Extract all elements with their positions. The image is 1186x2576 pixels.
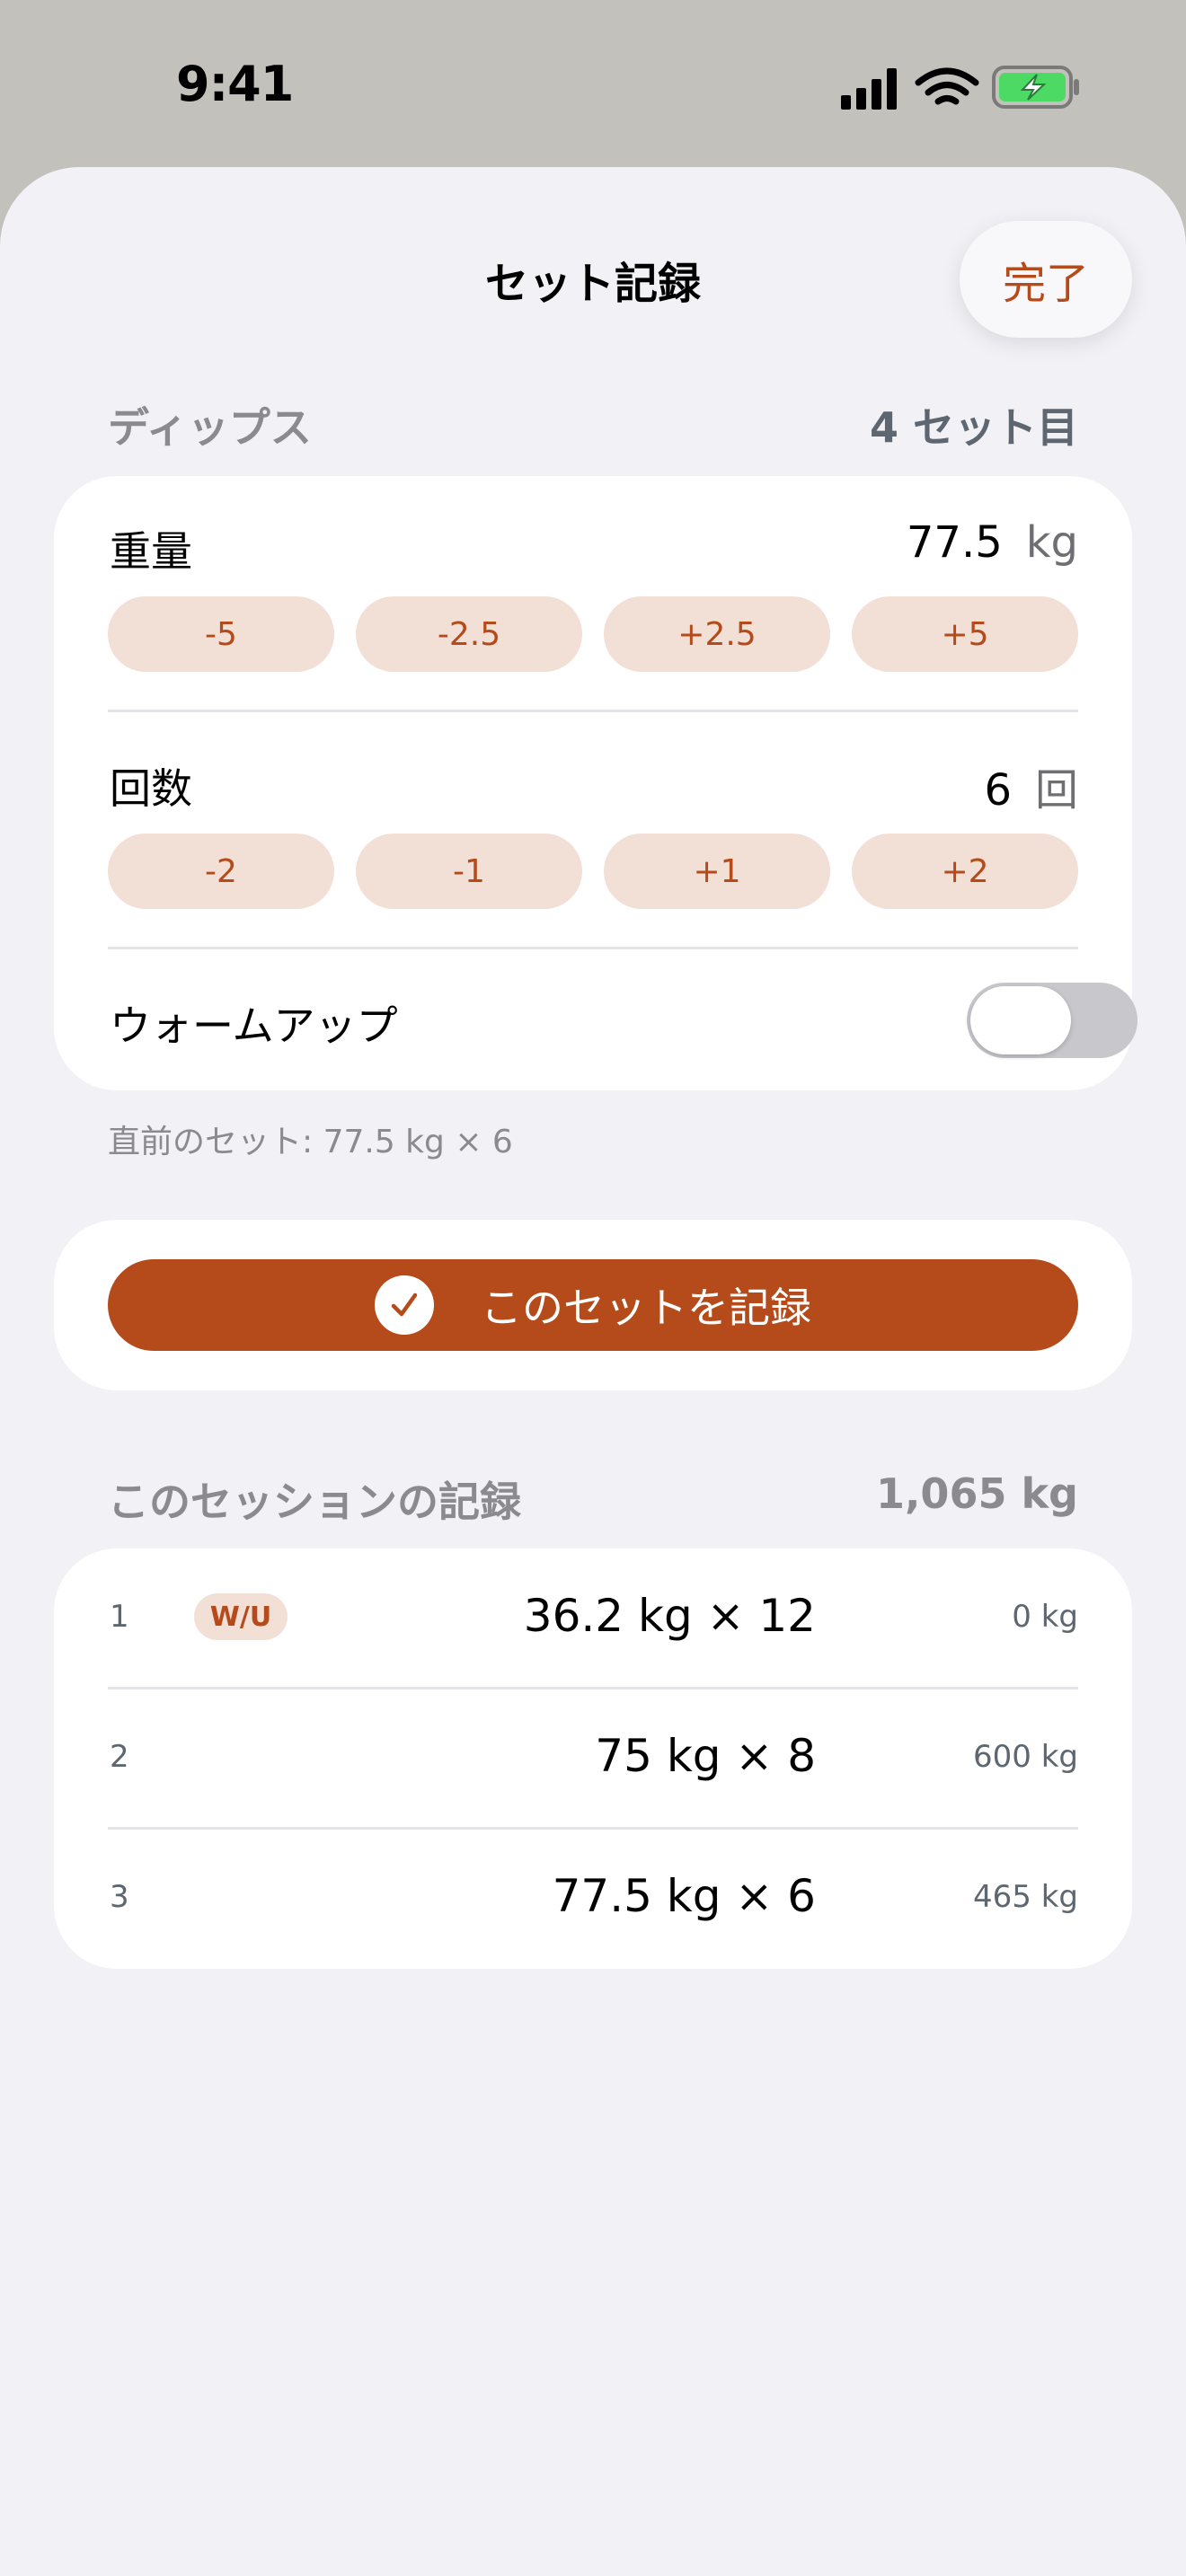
reps-label: 回数 [110,764,192,813]
status-icons [841,66,1079,110]
weight-label: 重量 [110,527,192,576]
set-volume: 600 kg [973,1739,1078,1775]
wifi-icon [915,67,979,105]
weight-minus-5-button[interactable]: -5 [108,596,334,672]
reps-minus-1-button[interactable]: -1 [356,834,582,909]
warmup-badge: W/U [194,1593,288,1640]
session-header: このセッションの記録 1,065 kg [108,1469,1078,1529]
status-bar: 9:41 [0,0,1186,171]
set-detail: 75 kg × 8 [595,1730,816,1782]
reps-value-display: 6 回 [984,754,1078,817]
set-input-card: 重量 77.5 kg -5 -2.5 +2.5 +5 回数 6 回 -2 -1 … [54,476,1137,1090]
session-total: 1,065 kg [875,1469,1078,1518]
record-set-label: このセットを記録 [481,1284,811,1332]
exercise-header: ディップス 4 セット目 [108,395,1078,454]
done-button[interactable]: 完了 [960,221,1132,338]
divider [108,947,1078,949]
warmup-row [54,950,1137,1090]
checkmark-icon [375,1275,434,1335]
exercise-name: ディップス [108,403,312,452]
toggle-knob [970,986,1071,1054]
set-detail: 77.5 kg × 6 [552,1870,816,1922]
record-set-button[interactable]: このセットを記録 [108,1259,1078,1351]
signal-icon [841,68,897,110]
set-volume: 0 kg [1012,1599,1078,1635]
weight-steppers: -5 -2.5 +2.5 +5 [108,596,1078,672]
divider [108,710,1078,712]
battery-icon [992,66,1079,109]
weight-minus-2-5-button[interactable]: -2.5 [356,596,582,672]
previous-set-note: 直前のセット: 77.5 kg × 6 [108,1124,513,1160]
reps-plus-1-button[interactable]: +1 [604,834,830,909]
table-row: 1 W/U 36.2 kg × 12 0 kg [54,1548,1132,1689]
reps-value: 6 [984,765,1012,816]
reps-minus-2-button[interactable]: -2 [108,834,334,909]
weight-unit: kg [1025,517,1078,568]
set-index: 1 [110,1599,129,1635]
set-number: 4 セット目 [869,403,1078,452]
set-index: 2 [110,1739,129,1775]
reps-plus-2-button[interactable]: +2 [852,834,1078,909]
weight-value: 77.5 [906,517,1003,568]
session-log-card: 1 W/U 36.2 kg × 12 0 kg 2 75 kg × 8 600 … [54,1548,1132,1969]
set-index: 3 [110,1879,129,1915]
warmup-toggle[interactable] [967,983,1137,1058]
weight-value-display: 77.5 kg [907,517,1078,568]
set-volume: 465 kg [973,1879,1078,1915]
weight-plus-2-5-button[interactable]: +2.5 [604,596,830,672]
record-card: このセットを記録 [54,1220,1132,1390]
session-title: このセッションの記録 [108,1478,521,1526]
reps-steppers: -2 -1 +1 +2 [108,834,1078,909]
table-row: 3 77.5 kg × 6 465 kg [54,1829,1132,1969]
weight-plus-5-button[interactable]: +5 [852,596,1078,672]
set-detail: 36.2 kg × 12 [523,1590,816,1642]
table-row: 2 75 kg × 8 600 kg [54,1689,1132,1829]
status-time: 9:41 [176,56,294,112]
reps-unit: 回 [1034,765,1078,816]
